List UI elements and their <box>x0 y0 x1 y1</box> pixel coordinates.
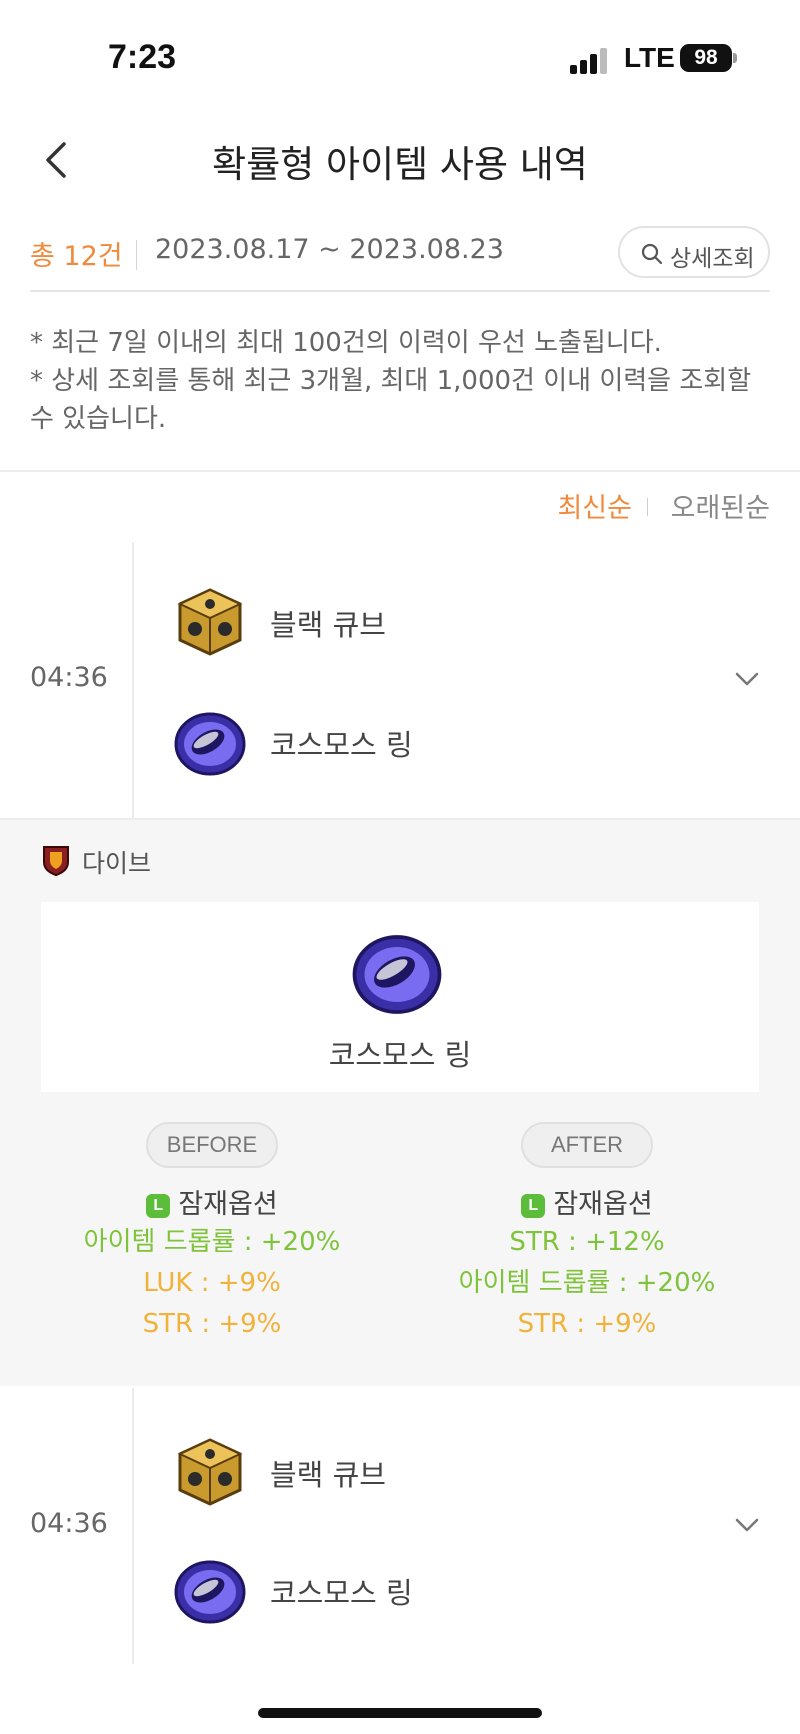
page-header: 확률형 아이템 사용 내역 <box>0 110 800 210</box>
used-item-name: 블랙 큐브 <box>270 1458 386 1492</box>
search-icon <box>641 243 663 265</box>
option-line: STR : +9% <box>517 1309 657 1339</box>
target-item-name: 코스모스 링 <box>270 728 413 762</box>
home-indicator[interactable] <box>258 1708 542 1718</box>
section-divider <box>0 470 800 472</box>
black-cube-icon <box>177 588 243 656</box>
notice-line: * 상세 조회를 통해 최근 3개월, 최대 1,000건 이내 이력을 조회할… <box>30 366 752 434</box>
option-line: STR : +9% <box>142 1309 282 1339</box>
legendary-grade-icon: L <box>521 1194 546 1218</box>
network-type: LTE <box>624 42 675 73</box>
after-label: AFTER <box>521 1122 653 1168</box>
summary-bar: 총 12건 2023.08.17 ~ 2023.08.23 상세조회 <box>30 218 770 292</box>
potential-header: L 잠재옵션 <box>387 1182 787 1222</box>
legendary-grade-icon: L <box>146 1194 171 1218</box>
history-entry[interactable]: 04:36 블랙 큐브 코스모스 링 <box>0 542 800 818</box>
page-title: 확률형 아이템 사용 내역 <box>212 143 588 186</box>
before-label: BEFORE <box>146 1122 278 1168</box>
battery-icon: 98 <box>680 44 732 72</box>
option-line: STR : +12% <box>509 1227 665 1257</box>
item-card: 코스모스 링 <box>41 902 759 1092</box>
potential-label: 잠재옵션 <box>553 1189 653 1220</box>
before-column: BEFORE L 잠재옵션 아이템 드롭률 : +20% LUK : +9% ST… <box>12 1122 412 1345</box>
cosmos-ring-icon <box>174 712 246 776</box>
entry-detail-panel: 다이브 코스모스 링 BEFORE L 잠재옵션 아이템 드롭률 : +20% L… <box>0 818 800 1386</box>
notice-text: * 최근 7일 이내의 최대 100건의 이력이 우선 노출됩니다. * 상세 … <box>30 324 775 438</box>
status-time: 7:23 <box>108 38 177 76</box>
sort-options: 최신순 오래된순 <box>510 486 770 526</box>
battery-tip <box>733 53 737 63</box>
potential-header: L 잠재옵션 <box>12 1182 412 1222</box>
target-item-name: 코스모스 링 <box>270 1576 413 1610</box>
option-line: 아이템 드롭률 : +20% <box>458 1268 716 1298</box>
option-line: LUK : +9% <box>143 1268 281 1298</box>
notice-line: * 최근 7일 이내의 최대 100건의 이력이 우선 노출됩니다. <box>30 328 662 358</box>
sort-oldest[interactable]: 오래된순 <box>671 486 770 525</box>
character-name: 다이브 <box>82 849 152 878</box>
option-line: 아이템 드롭률 : +20% <box>83 1227 341 1257</box>
entry-time: 04:36 <box>30 662 108 693</box>
potential-label: 잠재옵션 <box>178 1189 278 1220</box>
world-emblem-icon <box>43 846 69 876</box>
sort-divider <box>647 498 648 516</box>
status-bar: 7:23 LTE 98 <box>0 0 800 110</box>
chevron-down-icon[interactable] <box>732 664 762 694</box>
cosmos-ring-icon <box>352 935 442 1014</box>
item-name: 코스모스 링 <box>328 1038 472 1072</box>
signal-icon <box>570 46 610 74</box>
chevron-down-icon[interactable] <box>732 1510 762 1540</box>
date-range: 2023.08.17 ~ 2023.08.23 <box>155 234 504 265</box>
sort-newest[interactable]: 최신순 <box>557 486 632 525</box>
used-item-name: 블랙 큐브 <box>270 608 386 642</box>
after-column: AFTER L 잠재옵션 STR : +12% 아이템 드롭률 : +20% ST… <box>387 1122 787 1345</box>
summary-divider <box>136 240 137 270</box>
history-entry[interactable]: 04:36 블랙 큐브 코스모스 링 <box>0 1388 800 1664</box>
timeline-line <box>132 1388 134 1664</box>
cosmos-ring-icon <box>174 1560 246 1624</box>
black-cube-icon <box>177 1438 243 1506</box>
detail-search-label: 상세조회 <box>670 246 755 272</box>
total-count: 총 12건 <box>30 241 123 272</box>
entry-time: 04:36 <box>30 1508 108 1539</box>
detail-search-button[interactable]: 상세조회 <box>618 226 770 278</box>
timeline-line <box>132 542 134 818</box>
